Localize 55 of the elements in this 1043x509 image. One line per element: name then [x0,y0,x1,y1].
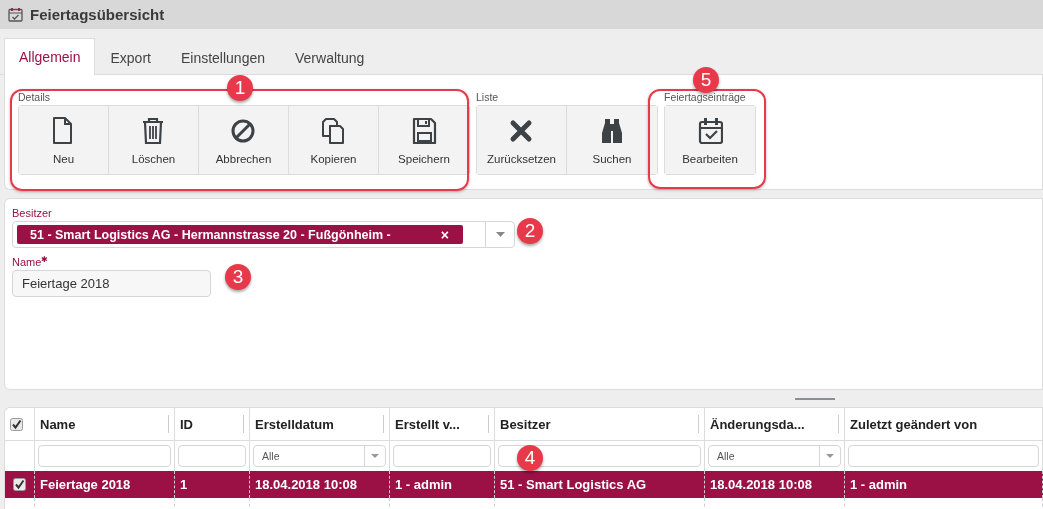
table-cell: 1 [180,477,188,492]
tab[interactable]: Verwaltung [280,39,380,75]
table-row[interactable]: Feiertage 2018 1 18.04.2018 10:08 1 - admin 51 - Smart Logistics AG 18.04.2018 10:08 1 - admin [5,471,1043,498]
toolbar-button[interactable]: Bearbeiten [665,106,755,174]
filter-dropdown[interactable]: Alle [253,445,386,467]
toolbar-button[interactable]: Neu [19,106,109,174]
required-mark: ✱ [41,255,49,264]
caret-icon [826,454,834,458]
filter-field[interactable] [498,445,701,467]
close-icon [509,117,534,144]
ban-icon [231,117,256,144]
filter-field[interactable] [178,445,246,467]
table-cell: 18.04.2018 10:08 [710,477,812,492]
tab[interactable]: Einstellungen [165,39,280,75]
column-header[interactable]: Besitzer [500,416,551,432]
column-header[interactable]: Zuletzt geändert von [850,416,978,432]
toolbar-button[interactable]: Zurücksetzen [477,106,567,174]
caret-icon [371,454,379,458]
selected-owner-tag: 51 - Smart Logistics AG - Hermannstrasse 20 - Fußgönheim - × [17,225,463,244]
caret-icon [495,232,505,237]
group-label: Feiertagseinträge [664,91,747,103]
group-label: Details [18,91,52,103]
checkbox[interactable] [13,478,26,491]
filter-field[interactable] [848,445,1039,467]
group-label: Liste [476,91,500,103]
table-cell: 1 - admin [850,477,908,492]
splitter-handle[interactable] [795,397,835,400]
filter-field[interactable] [38,445,171,467]
column-header[interactable]: Name [40,416,76,432]
calendar-check-icon [8,7,23,22]
floppy-icon [411,117,437,144]
callout-badge: 5 [693,67,719,93]
name-field[interactable]: Feiertage 2018 [12,270,211,297]
window-title: Feiertagsübersicht [30,6,165,23]
column-header[interactable]: Erstelldatum [255,416,334,432]
owner-select[interactable]: 51 - Smart Logistics AG - Hermannstrasse 20 - Fußgönheim - × [12,221,515,248]
trash-icon [141,117,166,144]
column-header[interactable]: Erstellt v... [395,416,460,432]
binoculars-icon [599,117,625,144]
table-cell: Feiertage 2018 [40,477,131,492]
column-header[interactable]: Änderungsda... [710,416,805,432]
filter-dropdown[interactable]: Alle [708,445,841,467]
tab[interactable]: Allgemein [4,38,96,75]
table-cell: 18.04.2018 10:08 [255,477,357,492]
tab[interactable]: Export [95,39,166,75]
table-cell: 51 - Smart Logistics AG [500,477,647,492]
field-label: Besitzer [12,206,53,220]
remove-button[interactable]: × [440,226,449,243]
table-cell: 1 - admin [395,477,453,492]
column-header[interactable]: ID [180,416,193,432]
checkbox[interactable] [10,417,23,431]
filter-field[interactable] [393,445,491,467]
field-label: Name [12,255,42,269]
calendar-check-icon [697,117,723,144]
copy-icon [321,117,346,144]
